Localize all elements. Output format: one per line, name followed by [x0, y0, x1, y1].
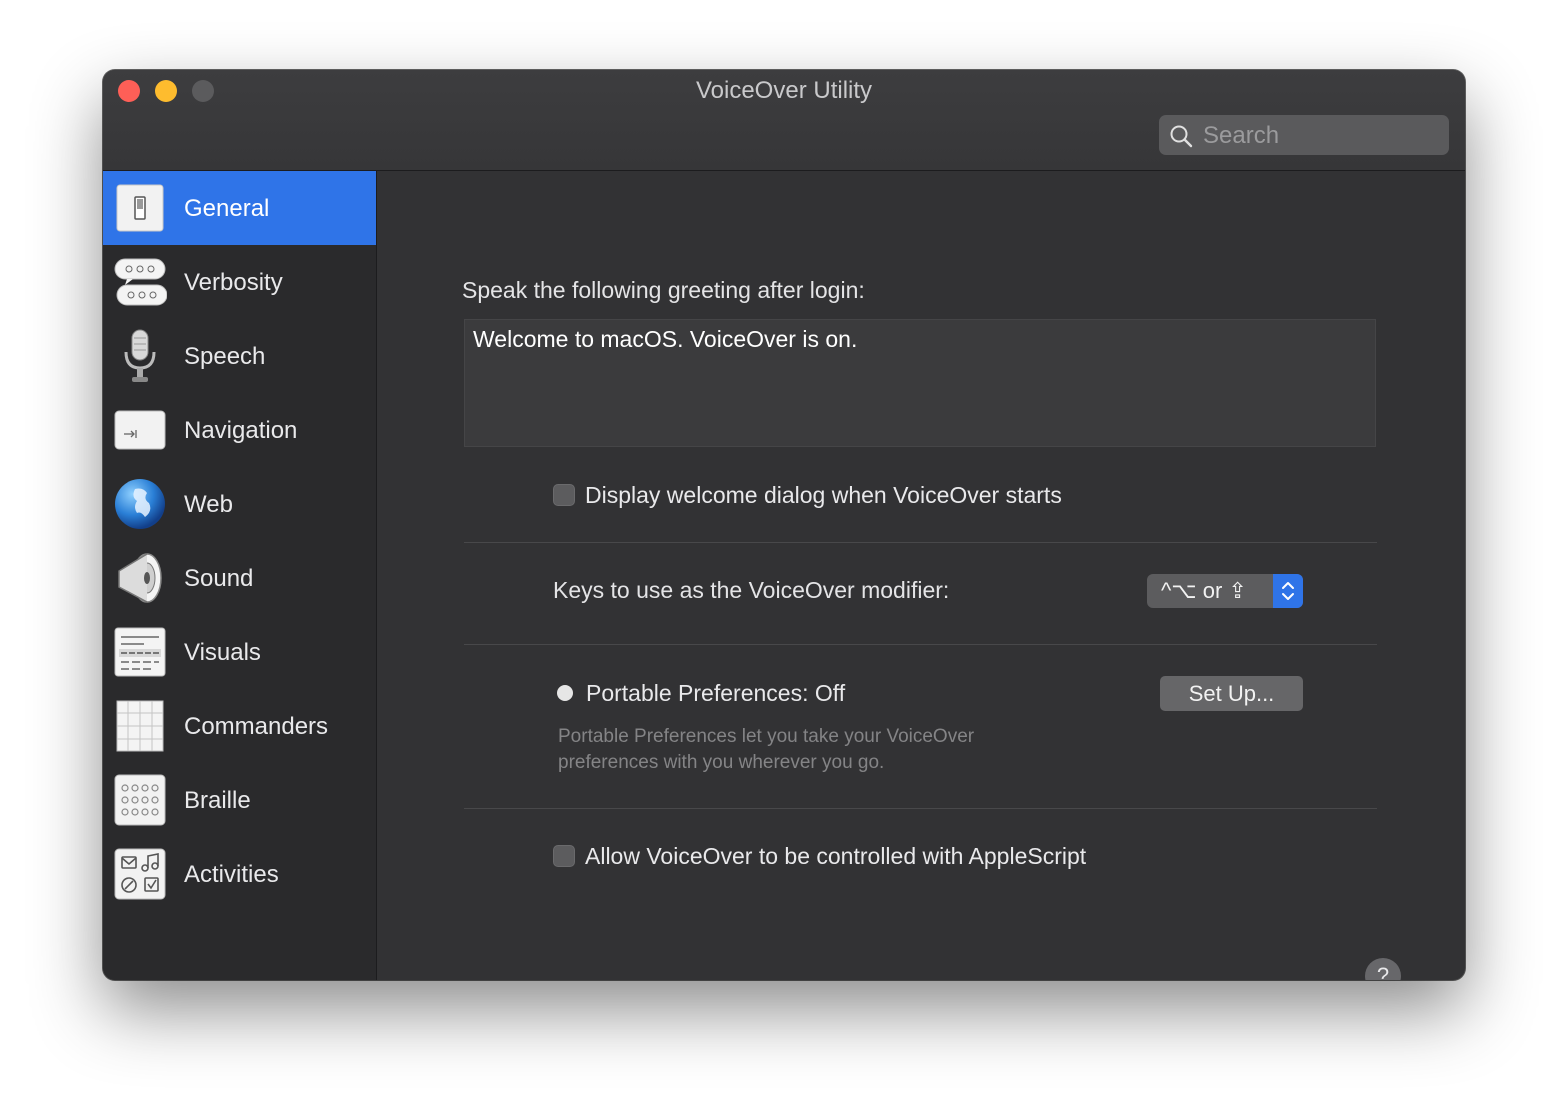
sidebar-item-label: Braille: [184, 787, 251, 814]
divider: [464, 808, 1377, 809]
search-field[interactable]: [1159, 115, 1449, 157]
search-input[interactable]: [1201, 115, 1445, 157]
modifier-popup[interactable]: ^⌥ or ⇪: [1147, 574, 1303, 608]
greeting-textarea[interactable]: [464, 319, 1376, 447]
portable-preferences-description: Portable Preferences let you take your V…: [558, 726, 975, 773]
sidebar-item-braille[interactable]: Braille: [103, 763, 376, 837]
portable-preferences-label: Portable Preferences: Off: [586, 680, 846, 706]
grid-icon: [113, 699, 167, 753]
braille-dots-icon: [113, 773, 167, 827]
welcome-dialog-label: Display welcome dialog when VoiceOver st…: [585, 481, 1062, 508]
globe-icon: [113, 477, 167, 531]
switch-panel-icon: [113, 181, 167, 235]
sidebar-item-label: Verbosity: [184, 269, 283, 296]
sidebar-item-commanders[interactable]: Commanders: [103, 689, 376, 763]
help-button[interactable]: ?: [1365, 958, 1401, 980]
portable-preferences-status: Portable Preferences: Off: [557, 678, 845, 708]
welcome-dialog-row[interactable]: Display welcome dialog when VoiceOver st…: [553, 480, 1062, 510]
sidebar-item-sound[interactable]: Sound: [103, 541, 376, 615]
greeting-label: Speak the following greeting after login…: [462, 277, 865, 303]
voiceover-utility-window: VoiceOver Utility General: [103, 70, 1465, 980]
sidebar-item-web[interactable]: Web: [103, 467, 376, 541]
sidebar-item-speech[interactable]: Speech: [103, 319, 376, 393]
sidebar-item-general[interactable]: General: [103, 171, 376, 245]
status-dot-icon: [557, 685, 573, 701]
window-title: VoiceOver Utility: [695, 77, 873, 104]
modifier-value: ^⌥ or ⇪: [1161, 578, 1247, 603]
sidebar-item-label: Speech: [184, 343, 266, 370]
sidebar-item-label: Sound: [184, 565, 254, 592]
search-icon: [1170, 125, 1193, 148]
speech-bubbles-icon: [113, 255, 167, 309]
titlebar: VoiceOver Utility: [103, 70, 1465, 171]
microphone-icon: [113, 329, 167, 383]
sidebar-item-visuals[interactable]: Visuals: [103, 615, 376, 689]
set-up-button[interactable]: Set Up...: [1160, 676, 1303, 711]
general-pane: Speak the following greeting after login…: [377, 171, 1465, 980]
sidebar-item-label: Web: [184, 491, 233, 518]
sidebar-item-label: General: [184, 195, 270, 222]
sidebar-item-label: Visuals: [184, 639, 261, 666]
activities-icon: [113, 847, 167, 901]
sidebar: General Verbosity Speech Navigation Web …: [103, 171, 377, 980]
sidebar-item-activities[interactable]: Activities: [103, 837, 376, 911]
chevron-up-down-icon: [1273, 574, 1303, 608]
speaker-icon: [113, 551, 167, 605]
tab-key-icon: [113, 403, 167, 457]
divider: [464, 644, 1377, 645]
applescript-row[interactable]: Allow VoiceOver to be controlled with Ap…: [553, 841, 1086, 871]
text-lines-icon: [113, 625, 167, 679]
applescript-label: Allow VoiceOver to be controlled with Ap…: [585, 842, 1087, 869]
sidebar-item-label: Commanders: [184, 713, 329, 740]
sidebar-item-verbosity[interactable]: Verbosity: [103, 245, 376, 319]
sidebar-item-navigation[interactable]: Navigation: [103, 393, 376, 467]
sidebar-item-label: Activities: [184, 861, 279, 888]
applescript-checkbox[interactable]: [553, 845, 575, 867]
welcome-dialog-checkbox[interactable]: [553, 484, 575, 506]
sidebar-item-label: Navigation: [184, 417, 298, 444]
modifier-label: Keys to use as the VoiceOver modifier:: [553, 577, 950, 603]
divider: [464, 542, 1377, 543]
